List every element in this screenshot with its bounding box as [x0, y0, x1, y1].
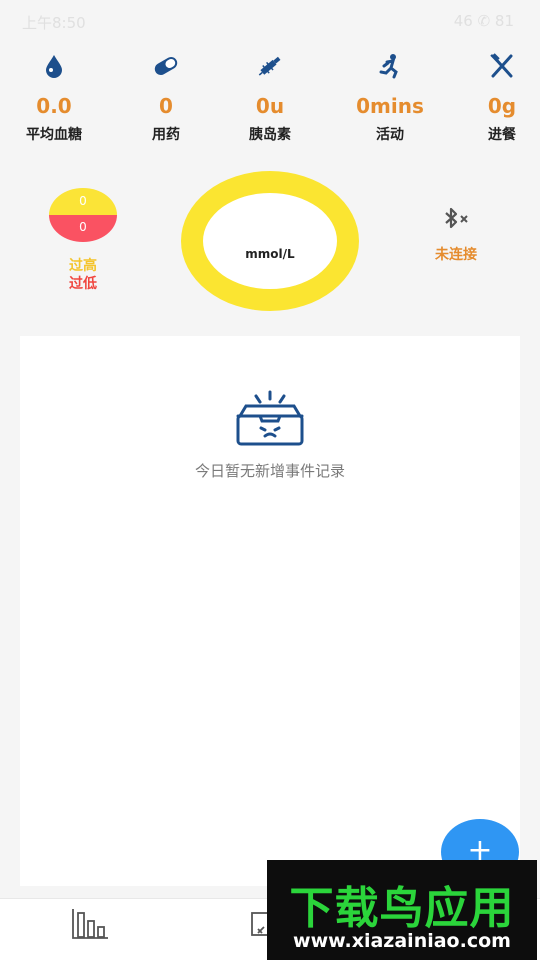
stat-insulin[interactable]: 0u 胰岛素: [220, 48, 320, 144]
stats-row: 0.0 平均血糖 0 用药 0u 胰岛素 0mins 活动 0g 进餐: [0, 48, 540, 158]
stat-label: 平均血糖: [26, 127, 82, 143]
stat-value: 0u: [255, 94, 285, 118]
watermark-url: www.xiazainiao.com: [293, 930, 511, 952]
stat-value: 0mins: [356, 94, 424, 118]
high-label: 过高: [69, 258, 97, 274]
fork-knife-icon: [452, 48, 540, 84]
status-time: 上午8:50: [22, 14, 86, 32]
syringe-icon: [220, 48, 320, 84]
low-label: 过低: [69, 276, 97, 292]
watermark-title: 下载鸟应用: [289, 883, 515, 934]
empty-message: 今日暂无新增事件记录: [194, 462, 345, 480]
high-count: 0: [49, 188, 117, 215]
stat-label: 进餐: [488, 127, 516, 143]
status-bar: 上午8:50 46 ✆ 81: [0, 0, 540, 44]
bar-chart-icon[interactable]: [70, 907, 110, 945]
stat-medication[interactable]: 0 用药: [116, 48, 216, 144]
stat-value: 0.0: [36, 94, 72, 118]
status-indicators: 46 ✆ 81: [453, 12, 514, 30]
stat-label: 用药: [152, 127, 180, 143]
low-count: 0: [49, 215, 117, 242]
stat-meal[interactable]: 0g 进餐: [452, 48, 540, 144]
bluetooth-status[interactable]: 未连接: [420, 244, 492, 264]
bluetooth-off-icon[interactable]: [432, 206, 480, 236]
pill-icon: [116, 48, 216, 84]
glucose-ring[interactable]: mmol/L: [181, 171, 359, 311]
empty-inbox-icon: [234, 390, 306, 452]
stat-value: 0: [159, 94, 173, 118]
stat-activity[interactable]: 0mins 活动: [340, 48, 440, 144]
range-badge[interactable]: 0 0: [49, 188, 117, 242]
stat-value: 0g: [487, 94, 517, 118]
stat-avg-glucose[interactable]: 0.0 平均血糖: [4, 48, 104, 144]
stat-label: 活动: [376, 127, 404, 143]
glucose-unit: mmol/L: [245, 247, 295, 261]
running-icon: [340, 48, 440, 84]
events-card: 今日暂无新增事件记录: [20, 336, 520, 886]
watermark: 下载鸟应用 www.xiazainiao.com: [267, 860, 537, 960]
stat-label: 胰岛素: [249, 127, 291, 143]
blood-drop-icon: [4, 48, 104, 84]
